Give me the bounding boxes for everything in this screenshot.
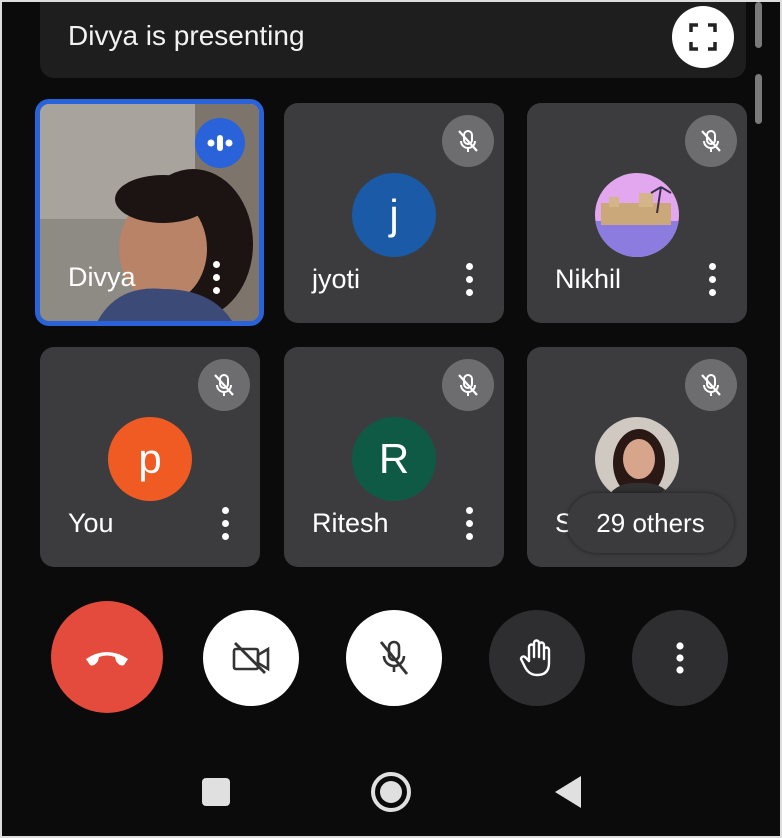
mic-toggle-button[interactable] xyxy=(346,610,442,706)
system-navigation-bar xyxy=(2,742,782,838)
participant-name: Ritesh xyxy=(312,508,389,538)
more-options-icon xyxy=(676,642,684,674)
avatar xyxy=(595,173,679,257)
back-icon xyxy=(555,776,581,808)
avatar-image xyxy=(595,173,679,257)
participant-name: Nikhil xyxy=(555,264,622,294)
fullscreen-icon xyxy=(689,23,717,51)
participant-tile-nikhil[interactable]: Nikhil xyxy=(527,103,747,323)
others-count-pill[interactable]: 29 others xyxy=(567,493,734,553)
recents-button[interactable] xyxy=(194,770,238,814)
participant-menu-button[interactable] xyxy=(222,507,230,541)
participant-menu-button[interactable] xyxy=(709,263,717,297)
participant-name: You xyxy=(68,508,114,538)
participant-tile-jyoti[interactable]: j jyoti xyxy=(284,103,504,323)
participant-name: Divya xyxy=(68,262,136,292)
participant-name: jyoti xyxy=(312,264,361,294)
mic-off-icon xyxy=(214,374,234,396)
avatar: j xyxy=(352,173,436,257)
camera-toggle-button[interactable] xyxy=(203,610,299,706)
raise-hand-icon xyxy=(519,639,551,677)
mic-off-icon xyxy=(701,374,721,396)
mic-off-icon xyxy=(379,640,409,675)
raise-hand-button[interactable] xyxy=(489,610,585,706)
home-icon xyxy=(371,772,411,812)
avatar xyxy=(595,417,679,501)
mic-off-icon xyxy=(701,130,721,152)
back-button[interactable] xyxy=(546,770,590,814)
mic-muted-indicator xyxy=(442,359,494,411)
mic-off-icon xyxy=(458,374,478,396)
meeting-screen: Divya is presenting Divya j jyoti Nikhil… xyxy=(0,0,782,838)
mic-muted-indicator xyxy=(685,359,737,411)
avatar: p xyxy=(108,417,192,501)
audio-level-icon xyxy=(207,135,233,151)
scrollbar[interactable] xyxy=(755,2,763,124)
mic-muted-indicator xyxy=(685,115,737,167)
more-options-button[interactable] xyxy=(632,610,728,706)
mic-off-icon xyxy=(458,130,478,152)
presenting-status: Divya is presenting xyxy=(68,20,305,51)
participant-tile-ritesh[interactable]: R Ritesh xyxy=(284,347,504,567)
avatar-image xyxy=(595,417,679,501)
home-button[interactable] xyxy=(369,770,413,814)
mic-muted-indicator xyxy=(442,115,494,167)
participant-menu-button[interactable] xyxy=(466,263,474,297)
camera-off-icon xyxy=(232,642,270,674)
recents-icon xyxy=(202,778,230,806)
presentation-banner: Divya is presenting xyxy=(40,2,746,78)
fullscreen-button[interactable] xyxy=(672,6,734,68)
participant-tile-divya[interactable]: Divya xyxy=(35,99,264,326)
mic-muted-indicator xyxy=(198,359,250,411)
speaking-indicator xyxy=(195,118,245,168)
end-call-icon xyxy=(86,652,128,666)
end-call-button[interactable] xyxy=(51,601,163,713)
avatar: R xyxy=(352,417,436,501)
participant-menu-button[interactable] xyxy=(466,507,474,541)
participant-menu-button[interactable] xyxy=(213,261,221,295)
participant-tile-you[interactable]: p You xyxy=(40,347,260,567)
